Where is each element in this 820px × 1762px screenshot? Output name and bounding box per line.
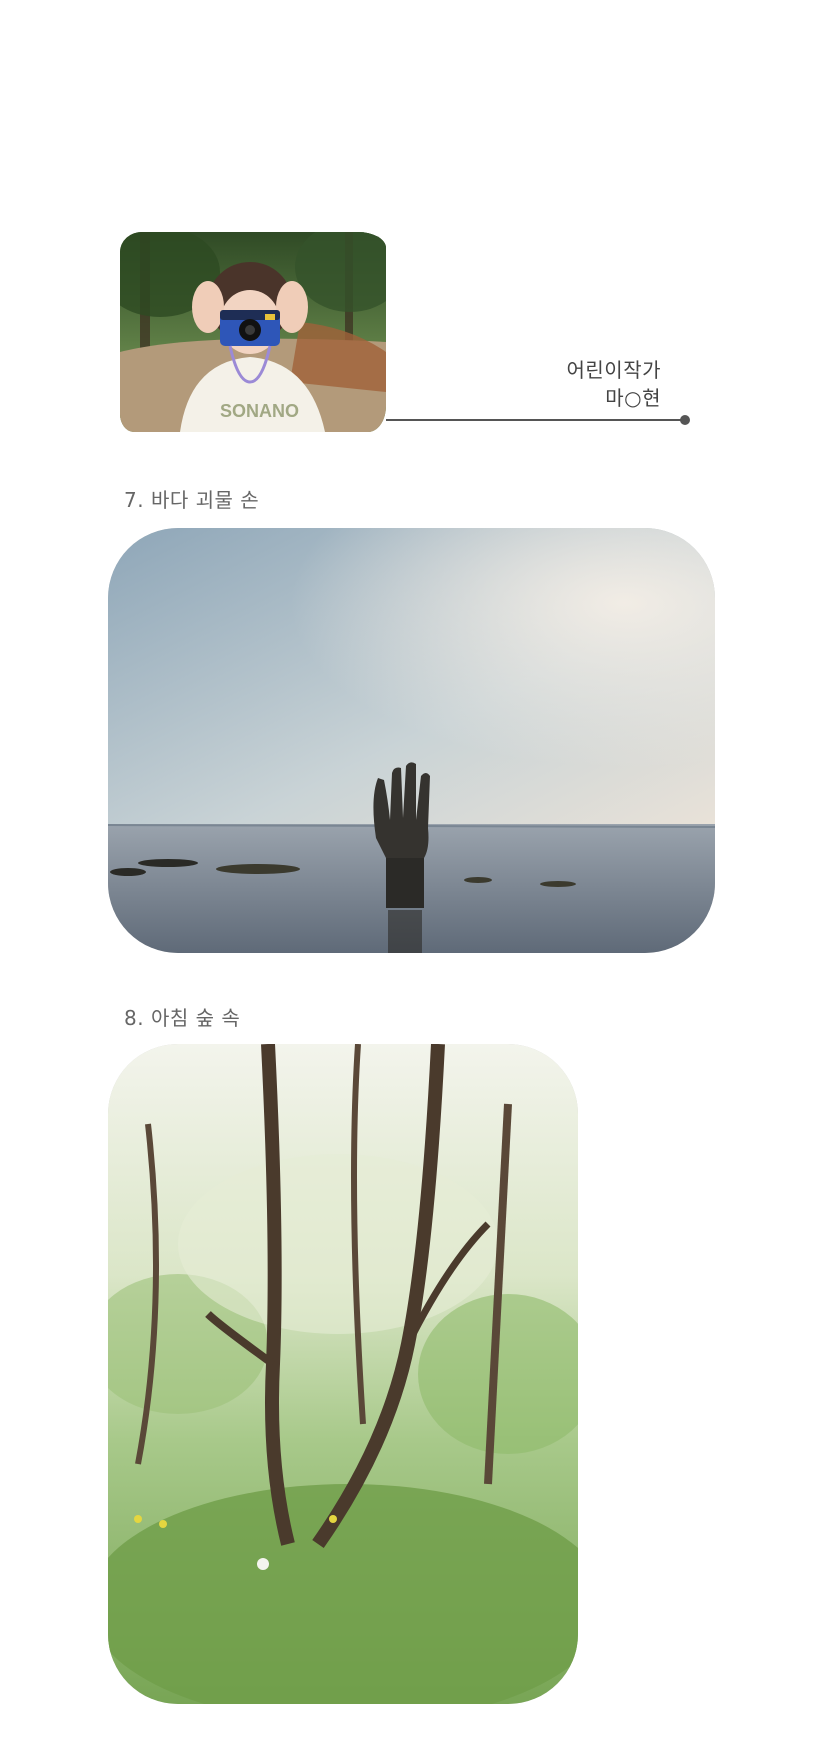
connector-line bbox=[386, 419, 684, 421]
sea-hand-sculpture-photo-icon bbox=[108, 528, 715, 953]
author-photo: SONANO bbox=[120, 232, 386, 432]
author-role: 어린이작가 bbox=[566, 358, 661, 382]
author-caption: 어린이작가 마○현 bbox=[567, 356, 662, 412]
photo-title-7: 7. 바다 괴물 손 bbox=[124, 488, 260, 512]
morning-forest-photo-icon bbox=[108, 1044, 578, 1704]
connector-dot bbox=[680, 415, 690, 425]
author-name: 마○현 bbox=[605, 386, 661, 410]
photo-title-8: 8. 아침 숲 속 bbox=[124, 1006, 241, 1030]
svg-text:SONANO: SONANO bbox=[220, 401, 299, 421]
photo-7 bbox=[108, 528, 715, 953]
child-with-camera-photo-icon: SONANO bbox=[120, 232, 386, 432]
photo-8 bbox=[108, 1044, 578, 1704]
